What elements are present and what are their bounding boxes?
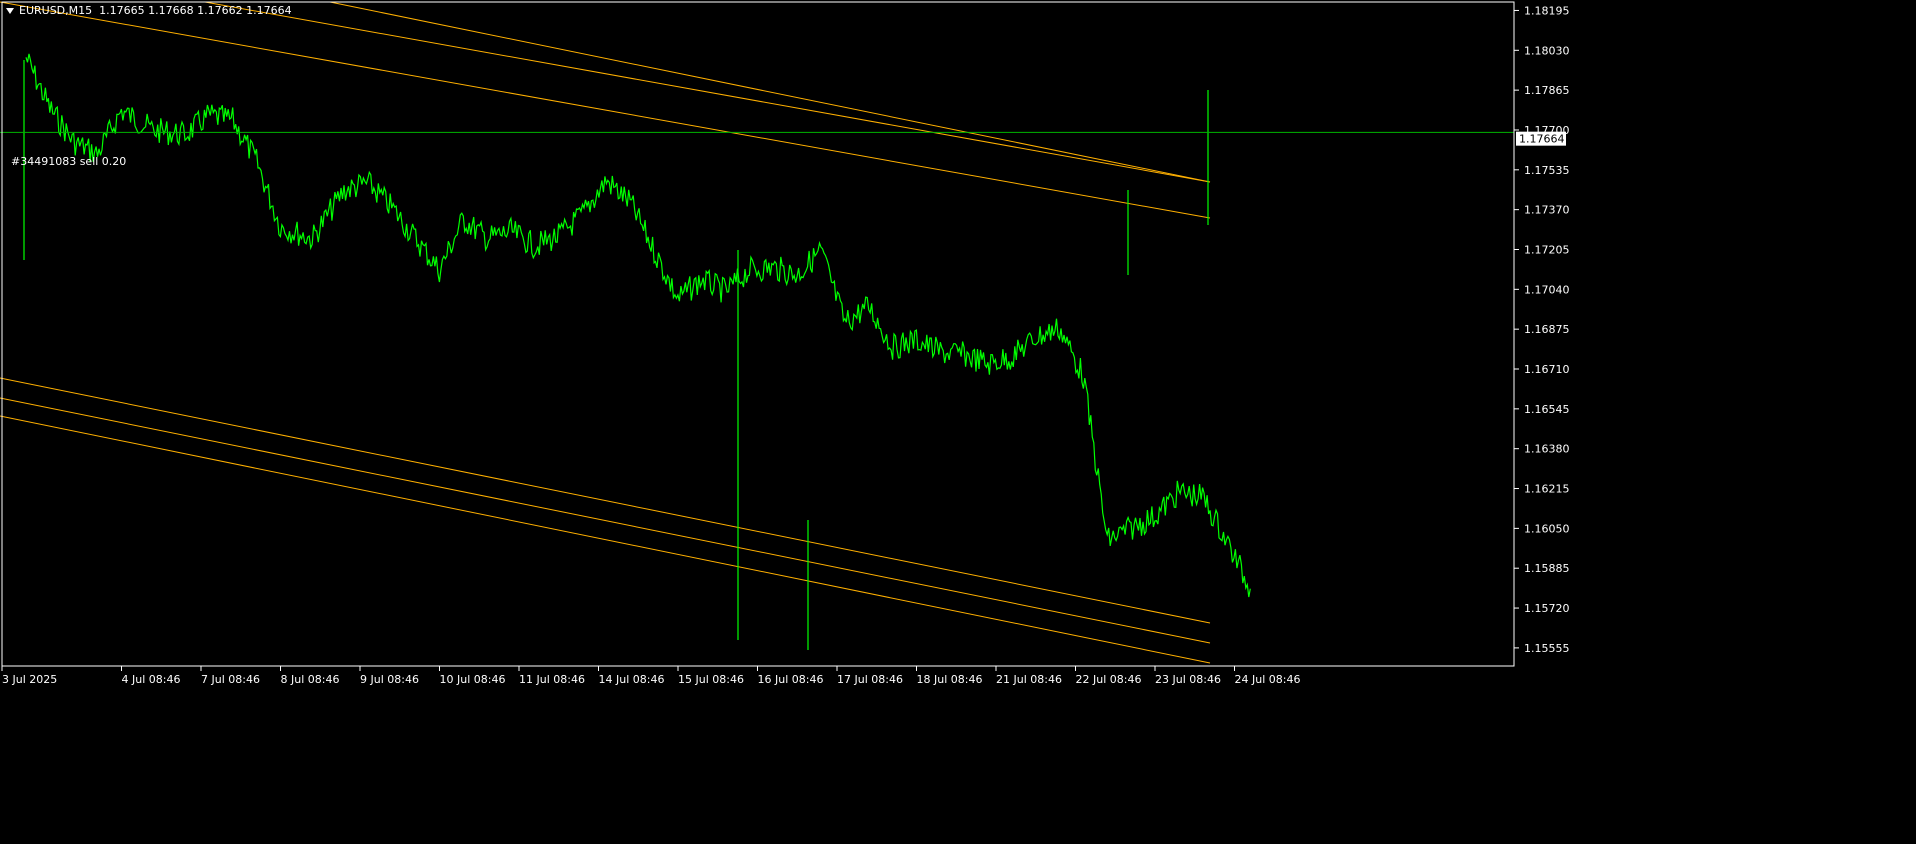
chart-background (0, 0, 1916, 840)
y-tick-label: 1.15885 (1524, 562, 1570, 575)
y-tick-label: 1.16875 (1524, 323, 1570, 336)
y-tick-label: 1.17205 (1524, 243, 1570, 256)
symbol-label: EURUSD,M15 (19, 4, 93, 17)
y-tick-label: 1.16050 (1524, 522, 1570, 535)
x-tick-label: 8 Jul 08:46 (281, 673, 340, 686)
x-tick-label: 15 Jul 08:46 (678, 673, 744, 686)
y-tick-label: 1.17865 (1524, 84, 1570, 97)
y-tick-label: 1.17040 (1524, 283, 1570, 296)
x-tick-label: 21 Jul 08:46 (996, 673, 1062, 686)
order-label[interactable]: #34491083 sell 0.20 (11, 155, 126, 168)
x-tick-label: 14 Jul 08:46 (599, 673, 665, 686)
chart-canvas[interactable]: 1.181951.180301.178651.177001.175351.173… (0, 0, 1916, 840)
y-tick-label: 1.16545 (1524, 403, 1570, 416)
y-tick-label: 1.18030 (1524, 44, 1570, 57)
y-tick-label: 1.15720 (1524, 602, 1570, 615)
ohlc-values: 1.17665 1.17668 1.17662 1.17664 (99, 4, 292, 17)
y-tick-label: 1.17535 (1524, 164, 1570, 177)
x-tick-label: 22 Jul 08:46 (1076, 673, 1142, 686)
y-tick-label: 1.16710 (1524, 363, 1570, 376)
x-tick-label: 24 Jul 08:46 (1235, 673, 1301, 686)
chevron-down-icon[interactable] (6, 8, 14, 14)
x-tick-label: 3 Jul 2025 (2, 673, 57, 686)
x-tick-label: 4 Jul 08:46 (122, 673, 181, 686)
y-tick-label: 1.16380 (1524, 443, 1570, 456)
x-tick-label: 10 Jul 08:46 (440, 673, 506, 686)
x-tick-label: 17 Jul 08:46 (837, 673, 903, 686)
current-price-label: 1.17664 (1519, 133, 1565, 146)
y-tick-label: 1.17370 (1524, 204, 1570, 217)
x-tick-label: 7 Jul 08:46 (201, 673, 260, 686)
x-tick-label: 16 Jul 08:46 (758, 673, 824, 686)
x-tick-label: 9 Jul 08:46 (360, 673, 419, 686)
price-chart[interactable]: 1.18195 1.18030 1.17865 1.17700 1.17535 1.173… (0, 0, 1916, 840)
symbol-info-bar[interactable]: EURUSD,M15 1.17665 1.17668 1.17662 1.176… (6, 4, 292, 17)
y-tick-label: 1.16215 (1524, 483, 1570, 496)
y-tick-label: 1.18195 (1524, 4, 1570, 17)
x-tick-label: 18 Jul 08:46 (917, 673, 983, 686)
y-tick-label: 1.15555 (1524, 642, 1570, 655)
current-price-tag: 1.17664 (1516, 131, 1566, 146)
x-tick-label: 23 Jul 08:46 (1155, 673, 1221, 686)
x-tick-label: 11 Jul 08:46 (519, 673, 585, 686)
